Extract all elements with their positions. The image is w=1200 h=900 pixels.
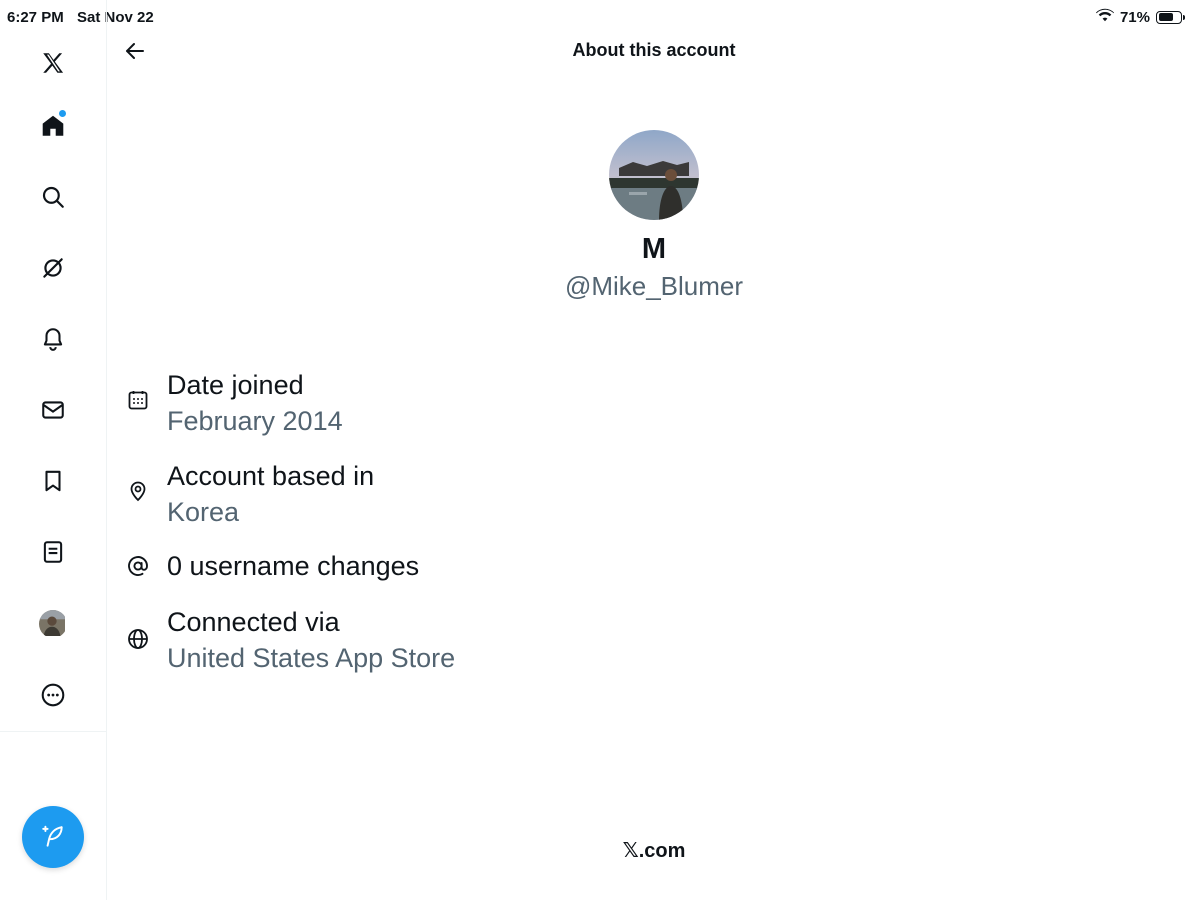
sidebar bbox=[0, 0, 107, 900]
x-logo-icon[interactable] bbox=[33, 43, 73, 83]
calendar-icon bbox=[126, 388, 150, 412]
sidebar-item-lists[interactable] bbox=[33, 532, 73, 572]
profile-handle: @Mike_Blumer bbox=[564, 271, 744, 301]
display-name: M bbox=[641, 233, 667, 265]
sidebar-item-messages[interactable] bbox=[33, 390, 73, 430]
info-text: 0 username changes bbox=[167, 548, 419, 584]
info-label: Connected via bbox=[167, 607, 340, 637]
main-content: About this account M @Mike_Blumer Date j… bbox=[108, 0, 1200, 900]
info-text: Date joined February 2014 bbox=[167, 367, 343, 439]
sidebar-item-search[interactable] bbox=[33, 177, 73, 217]
avatar bbox=[39, 610, 67, 638]
sidebar-item-notifications[interactable] bbox=[33, 319, 73, 359]
info-label: Account based in bbox=[167, 461, 375, 491]
sidebar-item-bookmarks[interactable] bbox=[33, 461, 73, 501]
notification-dot bbox=[59, 110, 66, 117]
more-icon bbox=[41, 683, 65, 707]
info-value: February 2014 bbox=[167, 406, 343, 436]
profile-avatar[interactable] bbox=[609, 130, 699, 220]
sidebar-item-grok[interactable] bbox=[33, 248, 73, 288]
footer-brand: 𝕏.com bbox=[622, 840, 686, 862]
info-label: 0 username changes bbox=[167, 551, 420, 581]
list-icon bbox=[43, 541, 63, 563]
compose-button[interactable] bbox=[22, 806, 84, 868]
search-icon bbox=[42, 186, 64, 208]
bell-icon bbox=[43, 328, 63, 351]
info-value: Korea bbox=[167, 497, 240, 527]
info-value: United States App Store bbox=[167, 643, 456, 673]
sidebar-item-profile[interactable] bbox=[33, 604, 73, 644]
mail-icon bbox=[42, 401, 64, 419]
grok-icon bbox=[43, 258, 63, 278]
sidebar-item-more[interactable] bbox=[33, 675, 73, 715]
at-icon bbox=[126, 554, 150, 578]
sidebar-divider bbox=[0, 731, 107, 732]
globe-icon bbox=[126, 627, 150, 651]
sidebar-item-home[interactable] bbox=[33, 106, 73, 146]
compose-icon bbox=[42, 825, 63, 847]
info-text: Account based in Korea bbox=[167, 458, 374, 530]
info-label: Date joined bbox=[167, 370, 304, 400]
page-title: About this account bbox=[572, 40, 736, 60]
info-text: Connected via United States App Store bbox=[167, 604, 455, 676]
bookmark-icon bbox=[45, 470, 61, 492]
location-icon bbox=[126, 479, 150, 503]
